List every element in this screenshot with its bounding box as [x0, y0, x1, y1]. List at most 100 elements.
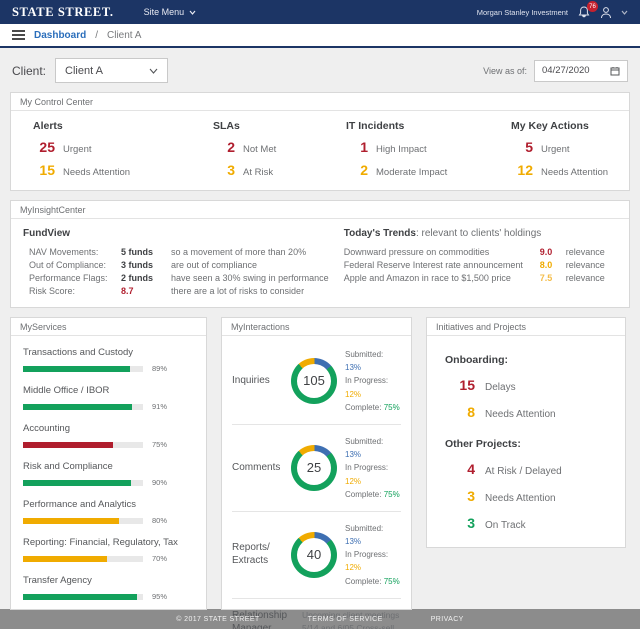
trends-heading-light: : relevant to clients' holdings: [415, 228, 542, 239]
stat-row: 5 Urgent: [511, 139, 629, 155]
card-title: My Control Center: [11, 93, 629, 111]
state-street-logo: STATE STREET.: [12, 4, 114, 19]
trend-suffix: relevance: [565, 247, 605, 257]
service-percent: 70%: [152, 554, 168, 563]
service-percent: 75%: [152, 440, 168, 449]
service-bar-track: [23, 593, 143, 600]
legend-submitted-label: Submitted:: [345, 523, 384, 533]
breadcrumb-dashboard-link[interactable]: Dashboard: [34, 30, 86, 41]
service-item: Performance and Analytics 80%: [23, 499, 194, 525]
initiatives-sections: Onboarding: 15 Delays 8 Needs Attention Other…: [427, 336, 625, 547]
card-title: MyInteractions: [222, 318, 411, 336]
legend-in-progress: In Progress: 12%: [345, 374, 401, 400]
view-as-of-label: View as of:: [483, 65, 527, 76]
client-bar: Client: Client A View as of: 04/27/2020: [12, 58, 628, 83]
section-heading: Onboarding:: [445, 354, 508, 366]
notifications-button[interactable]: 76: [577, 1, 598, 19]
main-content: Client: Client A View as of: 04/27/2020 …: [0, 48, 640, 629]
legend-in-progress-value: 12%: [345, 389, 362, 399]
client-select[interactable]: Client A: [55, 58, 169, 83]
trends-heading: Today's Trends: relevant to clients' hol…: [344, 228, 617, 239]
service-bar-fill: [23, 441, 113, 448]
card-title: MyInsightCenter: [11, 201, 629, 219]
interaction-label: Reports/ Extracts: [232, 542, 270, 566]
service-item: Reporting: Financial, Regulatory, Tax 70%: [23, 537, 194, 563]
fundview-row-desc: are out of compliance: [171, 260, 258, 270]
service-bar-fill: [23, 517, 119, 524]
chevron-down-icon: [149, 68, 158, 74]
fundview-row-label: NAV Movements:: [29, 247, 99, 257]
trends-rows: Downward pressure on commodities 9.0 relev…: [344, 247, 617, 283]
privacy-link[interactable]: PRIVACY: [431, 616, 464, 623]
section-heading: Other Projects:: [445, 438, 521, 450]
terms-of-service-link[interactable]: TERMS OF SERVICE: [308, 616, 383, 623]
stat-label: Moderate Impact: [376, 167, 448, 178]
control-center-column: SLAs 2 Not Met 3 At Risk: [213, 120, 346, 178]
site-menu[interactable]: Site Menu: [144, 7, 197, 17]
stat-value: 2: [360, 162, 368, 178]
control-center-column: Alerts 25 Urgent 15 Needs Attention: [33, 120, 213, 178]
legend-complete: Complete: 75%: [345, 575, 401, 588]
stat-value: 4: [467, 461, 475, 477]
service-bar-track: [23, 517, 143, 524]
card-title: Initiatives and Projects: [427, 318, 625, 336]
service-item: Accounting 75%: [23, 423, 194, 449]
stat-row: 3 At Risk: [213, 162, 346, 178]
fundview-row-value: 5 funds: [121, 247, 154, 257]
legend-submitted: Submitted: 13%: [345, 522, 401, 548]
interaction-row: Reports/ Extracts 40 Submitted: 13% In Prog…: [232, 510, 401, 598]
stat-value: 3: [467, 515, 475, 531]
service-item: Transactions and Custody 89%: [23, 347, 194, 373]
stat-row: 25 Urgent: [33, 139, 213, 155]
legend: Submitted: 13% In Progress: 12% Complete: …: [342, 435, 401, 501]
chevron-down-icon: [189, 10, 196, 15]
interaction-label: Comments: [232, 461, 281, 473]
control-center-card: My Control Center Alerts 25 Urgent 15 Needs …: [10, 92, 630, 191]
legend-in-progress-label: In Progress:: [345, 463, 389, 473]
site-menu-label: Site Menu: [143, 7, 185, 17]
trends-heading-bold: Today's Trends: [343, 228, 416, 239]
stat-label: On Track: [485, 520, 526, 531]
fundview-row-label: Performance Flags:: [29, 273, 108, 283]
service-bar-track: [23, 479, 143, 486]
date-input[interactable]: 04/27/2020: [534, 59, 628, 82]
service-item: Transfer Agency 95%: [23, 575, 194, 601]
legend-in-progress-label: In Progress:: [345, 550, 389, 560]
trend-score: 9.0: [539, 247, 553, 257]
legend-complete: Complete: 75%: [345, 488, 401, 501]
user-icon[interactable]: [600, 6, 612, 19]
service-label: Reporting: Financial, Regulatory, Tax: [23, 537, 178, 548]
service-bar: 89%: [23, 364, 194, 373]
legend-submitted: Submitted: 13%: [345, 435, 401, 461]
legend-complete-value: 75%: [383, 576, 400, 586]
stat-row: 2 Moderate Impact: [346, 162, 511, 178]
stat-label: Not Met: [243, 144, 277, 155]
legend-submitted-value: 13%: [345, 363, 362, 373]
fundview-row-desc: there are a lot of risks to consider: [171, 286, 305, 296]
trend-score: 7.5: [539, 273, 553, 283]
fundview-rows: NAV Movements: 5 funds so a movement of mo…: [23, 247, 344, 296]
legend-in-progress-value: 12%: [345, 476, 362, 486]
service-label: Middle Office / IBOR: [23, 385, 110, 396]
column-heading: SLAs: [213, 120, 240, 132]
service-bar: 95%: [23, 592, 194, 601]
donut-count: 25: [297, 450, 331, 485]
service-bar: 80%: [23, 516, 194, 525]
user-menu-chevron-icon[interactable]: [621, 10, 628, 15]
trend-score: 8.0: [539, 260, 553, 270]
breadcrumb-separator: /: [95, 29, 99, 41]
control-center-column: IT Incidents 1 High Impact 2 Moderate Impact: [346, 120, 511, 178]
calendar-icon[interactable]: [610, 66, 620, 76]
donut-chart: 25: [291, 444, 337, 491]
service-percent: 91%: [152, 402, 168, 411]
hamburger-icon[interactable]: [12, 30, 25, 40]
service-label: Accounting: [23, 423, 71, 434]
interaction-row: Comments 25 Submitted: 13% In Progress: 12%…: [232, 423, 401, 511]
fundview-row-value: 3 funds: [121, 260, 154, 270]
fundview-row-label: Out of Compliance:: [29, 260, 107, 270]
stat-row: 3 Needs Attention: [445, 488, 607, 504]
stat-label: Delays: [485, 382, 516, 393]
stat-row: 15 Delays: [445, 377, 607, 393]
services-card: MyServices Transactions and Custody 89% Mi…: [10, 317, 207, 610]
service-bar: 90%: [23, 478, 194, 487]
